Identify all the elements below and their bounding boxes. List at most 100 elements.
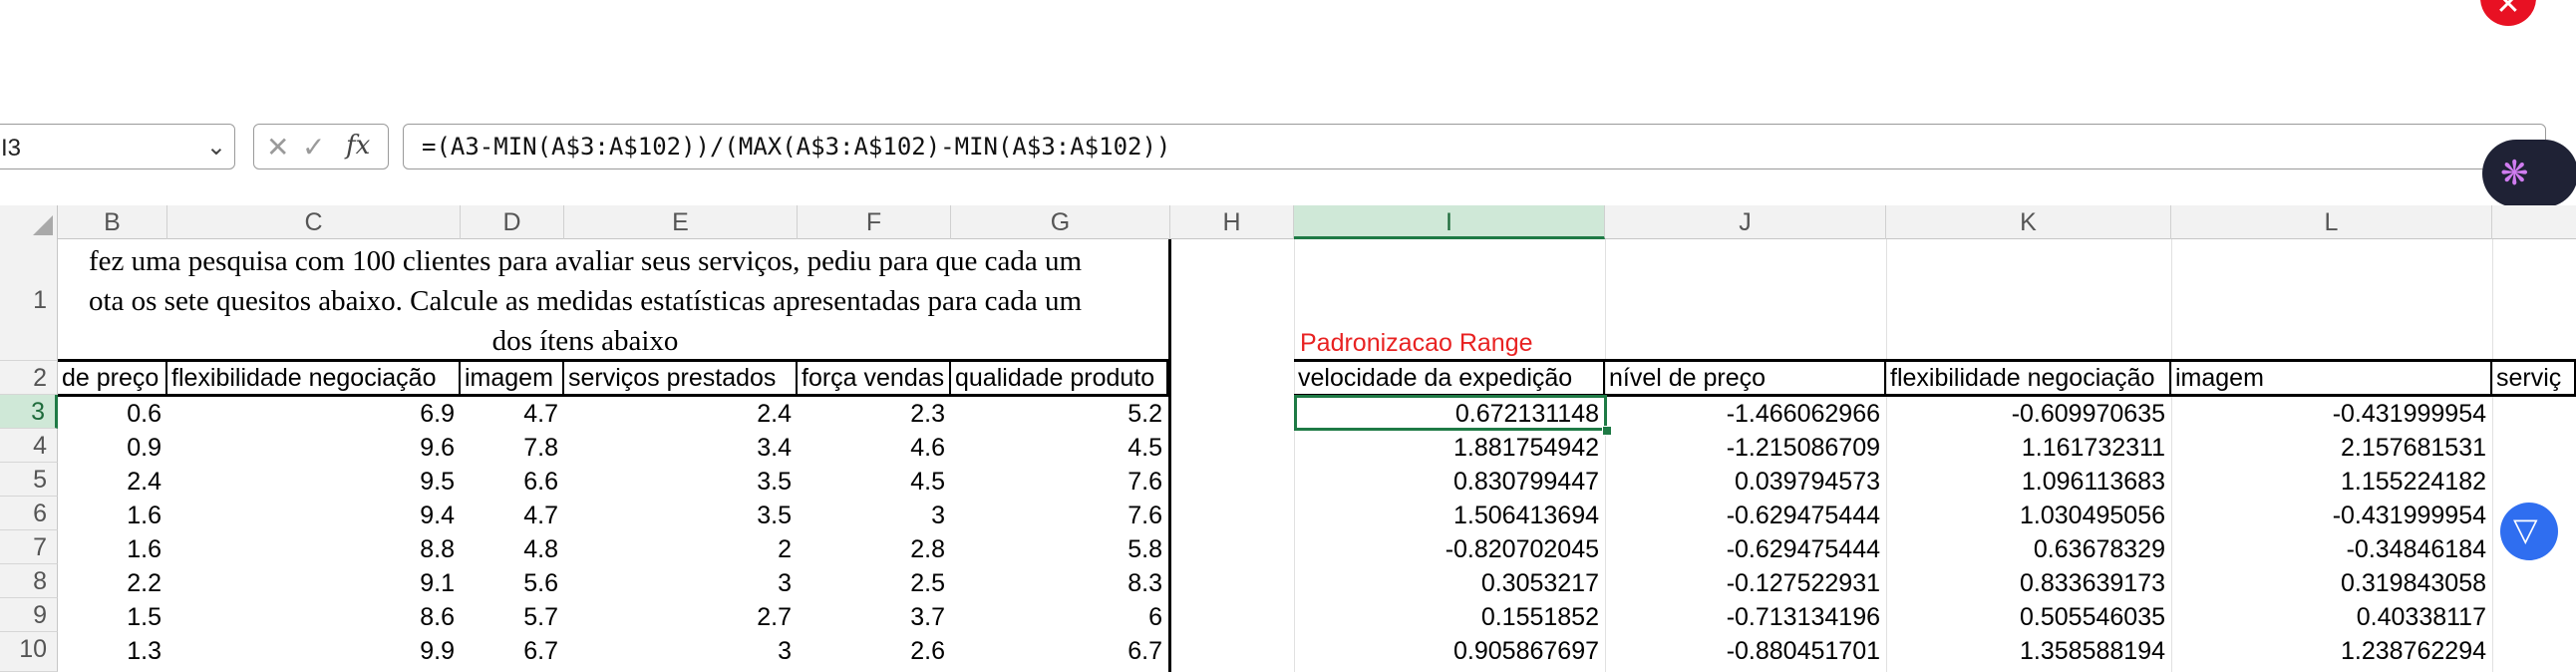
table-cell[interactable]: 6.6 bbox=[461, 465, 564, 499]
padronizacao-range-label[interactable]: Padronizacao Range bbox=[1300, 329, 1533, 358]
table-cell[interactable]: -1.215086709 bbox=[1605, 431, 1886, 465]
column-header-L[interactable]: L bbox=[2171, 205, 2492, 239]
table-cell[interactable]: -0.431999954 bbox=[2171, 397, 2492, 431]
column-header-H[interactable]: H bbox=[1170, 205, 1294, 239]
left-header-cell[interactable]: de preço bbox=[58, 362, 167, 395]
table-cell[interactable]: 4.5 bbox=[951, 431, 1168, 465]
table-cell[interactable]: 5.8 bbox=[951, 532, 1168, 566]
formula-input[interactable]: =(A3-MIN(A$3:A$102))/(MAX(A$3:A$102)-MIN… bbox=[403, 124, 2546, 169]
column-header-F[interactable]: F bbox=[798, 205, 951, 239]
row-header-3[interactable]: 3 bbox=[0, 395, 58, 429]
table-cell[interactable]: 3.5 bbox=[564, 465, 798, 499]
table-cell[interactable]: 3.7 bbox=[798, 600, 951, 634]
table-cell[interactable]: -0.880451701 bbox=[1605, 634, 1886, 668]
left-header-cell[interactable]: imagem bbox=[461, 362, 564, 395]
fill-handle[interactable] bbox=[1602, 426, 1612, 436]
table-cell[interactable]: 5.2 bbox=[951, 397, 1168, 431]
table-cell[interactable]: 9.1 bbox=[167, 566, 461, 600]
table-cell[interactable]: 4.7 bbox=[461, 499, 564, 532]
column-header-G[interactable]: G bbox=[951, 205, 1170, 239]
table-cell[interactable]: 7.6 bbox=[951, 465, 1168, 499]
table-cell[interactable]: 1.030495056 bbox=[1886, 499, 2171, 532]
row-header-6[interactable]: 6 bbox=[0, 497, 58, 530]
table-cell[interactable]: 0.9 bbox=[58, 431, 167, 465]
table-cell[interactable]: 2.6 bbox=[798, 634, 951, 668]
table-cell[interactable]: 5.7 bbox=[461, 600, 564, 634]
table-cell[interactable]: 1.096113683 bbox=[1886, 465, 2171, 499]
table-cell[interactable]: 2.157681531 bbox=[2171, 431, 2492, 465]
table-cell[interactable]: -0.629475444 bbox=[1605, 499, 1886, 532]
table-cell[interactable]: 0.3053217 bbox=[1294, 566, 1605, 600]
right-header-cell[interactable]: flexibilidade negociação bbox=[1886, 362, 2171, 395]
table-cell[interactable]: 6.9 bbox=[167, 397, 461, 431]
left-header-cell[interactable]: flexibilidade negociação bbox=[167, 362, 461, 395]
table-cell[interactable]: 4.5 bbox=[798, 465, 951, 499]
table-cell[interactable]: 4.8 bbox=[461, 532, 564, 566]
table-cell[interactable]: 1.6 bbox=[58, 499, 167, 532]
table-cell[interactable]: 1.506413694 bbox=[1294, 499, 1605, 532]
table-cell[interactable]: 2.5 bbox=[798, 566, 951, 600]
table-cell[interactable]: 9.9 bbox=[167, 634, 461, 668]
left-header-cell[interactable]: serviços prestados bbox=[564, 362, 798, 395]
table-cell[interactable]: 1.155224182 bbox=[2171, 465, 2492, 499]
active-cell-I3[interactable] bbox=[1294, 395, 1607, 431]
table-cell[interactable]: 0.40338117 bbox=[2171, 600, 2492, 634]
column-header-M[interactable] bbox=[2492, 205, 2576, 239]
check-icon[interactable]: ✓ bbox=[302, 131, 325, 164]
row-header-8[interactable]: 8 bbox=[0, 564, 58, 598]
cancel-icon[interactable]: ✕ bbox=[266, 131, 289, 164]
table-cell[interactable]: 2.8 bbox=[798, 532, 951, 566]
ai-brain-icon[interactable]: ❋ bbox=[2482, 140, 2576, 207]
row-header-4[interactable]: 4 bbox=[0, 429, 58, 463]
table-cell[interactable]: 0.833639173 bbox=[1886, 566, 2171, 600]
table-cell[interactable]: 2 bbox=[564, 532, 798, 566]
table-cell[interactable]: 8.6 bbox=[167, 600, 461, 634]
table-cell[interactable]: 3 bbox=[564, 566, 798, 600]
right-header-cell[interactable]: velocidade da expedição bbox=[1294, 362, 1605, 395]
table-cell[interactable]: 0.1551852 bbox=[1294, 600, 1605, 634]
row-header-7[interactable]: 7 bbox=[0, 530, 58, 564]
table-cell[interactable]: 9.6 bbox=[167, 431, 461, 465]
table-cell[interactable]: -0.431999954 bbox=[2171, 499, 2492, 532]
table-cell[interactable]: 3.5 bbox=[564, 499, 798, 532]
table-cell[interactable]: 4.6 bbox=[798, 431, 951, 465]
select-all-corner[interactable] bbox=[0, 205, 58, 239]
table-cell[interactable]: 8.3 bbox=[951, 566, 1168, 600]
row-header-5[interactable]: 5 bbox=[0, 463, 58, 497]
table-cell[interactable]: 2.3 bbox=[798, 397, 951, 431]
table-cell[interactable]: 9.4 bbox=[167, 499, 461, 532]
row-header-10[interactable]: 10 bbox=[0, 632, 58, 672]
table-cell[interactable]: 9.5 bbox=[167, 465, 461, 499]
left-header-cell[interactable]: força vendas bbox=[798, 362, 951, 395]
table-cell[interactable]: 0.63678329 bbox=[1886, 532, 2171, 566]
table-cell[interactable]: 1.881754942 bbox=[1294, 431, 1605, 465]
table-cell[interactable]: -0.127522931 bbox=[1605, 566, 1886, 600]
table-cell[interactable]: 1.238762294 bbox=[2171, 634, 2492, 668]
column-header-D[interactable]: D bbox=[461, 205, 564, 239]
column-header-B[interactable]: B bbox=[58, 205, 167, 239]
table-cell[interactable]: 1.6 bbox=[58, 532, 167, 566]
table-cell[interactable]: 0.6 bbox=[58, 397, 167, 431]
table-cell[interactable]: -0.820702045 bbox=[1294, 532, 1605, 566]
table-cell[interactable]: 6.7 bbox=[461, 634, 564, 668]
column-header-C[interactable]: C bbox=[167, 205, 461, 239]
table-cell[interactable]: 3.4 bbox=[564, 431, 798, 465]
table-cell[interactable]: 8.8 bbox=[167, 532, 461, 566]
table-cell[interactable]: 1.358588194 bbox=[1886, 634, 2171, 668]
table-cell[interactable]: 5.6 bbox=[461, 566, 564, 600]
v-assistant-icon[interactable]: ▽ bbox=[2500, 503, 2558, 560]
right-header-cell[interactable]: nível de preço bbox=[1605, 362, 1886, 395]
table-cell[interactable]: -0.713134196 bbox=[1605, 600, 1886, 634]
column-header-K[interactable]: K bbox=[1886, 205, 2171, 239]
name-box[interactable]: I3 ⌄ bbox=[0, 124, 235, 169]
table-cell[interactable]: 3 bbox=[564, 634, 798, 668]
table-cell[interactable]: -0.609970635 bbox=[1886, 397, 2171, 431]
table-cell[interactable]: -1.466062966 bbox=[1605, 397, 1886, 431]
right-header-cell[interactable]: serviç bbox=[2492, 362, 2576, 395]
table-cell[interactable]: 6 bbox=[951, 600, 1168, 634]
table-cell[interactable]: 1.3 bbox=[58, 634, 167, 668]
table-cell[interactable]: 2.7 bbox=[564, 600, 798, 634]
table-cell[interactable]: 7.8 bbox=[461, 431, 564, 465]
table-cell[interactable]: 2.2 bbox=[58, 566, 167, 600]
row-header-2[interactable]: 2 bbox=[0, 361, 58, 395]
